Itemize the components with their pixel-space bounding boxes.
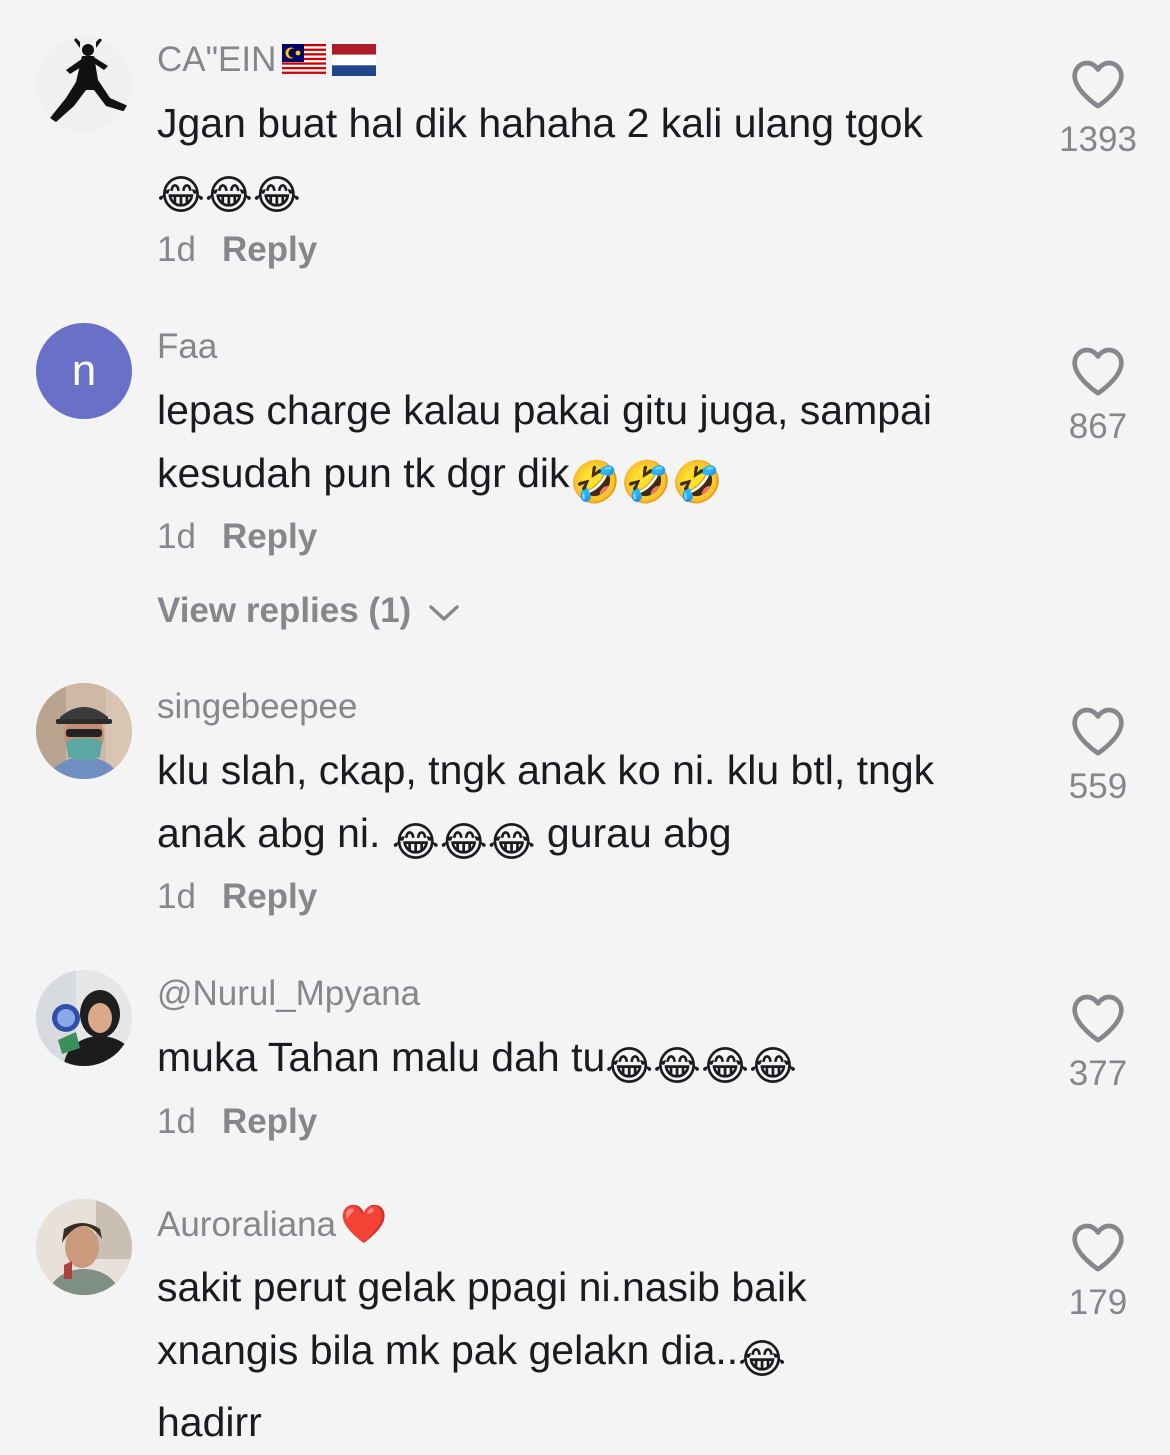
man-avatar-icon (36, 683, 132, 779)
heart-outline-icon[interactable] (1070, 58, 1126, 110)
like-count: 559 (1068, 767, 1128, 806)
like-button[interactable]: 559 (1050, 705, 1146, 807)
comment-meta: 1d Reply (157, 877, 317, 917)
reply-button[interactable]: Reply (222, 230, 317, 269)
avatar[interactable] (36, 1199, 132, 1295)
comment-text: Jgan buat hal dik hahaha 2 kali ulang tg… (157, 92, 1017, 227)
rolling-laughing-emoji: 🤣🤣🤣 (569, 459, 723, 505)
comment-meta: 1d Reply (157, 517, 317, 557)
comment-meta: 1d Reply (157, 1102, 317, 1142)
comment-text: lepas charge kalau pakai gitu juga, samp… (157, 379, 1017, 514)
laughing-emoji: 😂 (738, 1336, 787, 1382)
comment-text: klu slah, ckap, tngk anak ko ni. klu btl… (157, 739, 1017, 874)
like-button[interactable]: 867 (1050, 345, 1146, 447)
comment-text: sakit perut gelak ppagi ni.nasib baik xn… (157, 1264, 807, 1445)
reply-button[interactable]: Reply (222, 1102, 317, 1141)
comment-username[interactable]: @Nurul_Mpyana (157, 974, 420, 1014)
malaysia-flag-icon (282, 44, 327, 76)
avatar[interactable] (36, 970, 132, 1066)
laughing-emoji: 😂😂😂 (157, 172, 301, 218)
comment-time: 1d (157, 517, 196, 556)
heart-outline-icon[interactable] (1070, 705, 1126, 757)
comment-text: muka Tahan malu dah tu😂😂😂😂 (157, 1026, 1017, 1098)
heart-emoji: ❤️ (340, 1204, 388, 1246)
silhouette-avatar-icon (36, 36, 132, 132)
comment-username[interactable]: Faa (157, 327, 217, 367)
like-button[interactable]: 179 (1050, 1221, 1146, 1323)
chevron-down-icon[interactable] (427, 602, 461, 624)
avatar-initial: n (71, 346, 97, 395)
reply-button[interactable]: Reply (222, 517, 317, 556)
reply-button[interactable]: Reply (222, 877, 317, 916)
comment-username[interactable]: Auroraliana ❤️ (157, 1203, 387, 1247)
comment-time: 1d (157, 877, 196, 916)
like-button[interactable]: 1393 (1050, 58, 1146, 160)
like-count: 867 (1068, 407, 1128, 446)
comment-username[interactable]: singebeepee (157, 687, 357, 727)
avatar[interactable] (36, 36, 132, 132)
view-replies-button[interactable]: View replies (1) (157, 591, 461, 631)
laughing-emoji: 😂😂😂😂 (605, 1043, 797, 1089)
like-count: 1393 (1059, 120, 1137, 159)
comment-time: 1d (157, 1102, 196, 1141)
comment-username[interactable]: CA"EIN (157, 40, 377, 80)
laughing-emoji: 😂😂😂 (391, 819, 536, 865)
like-button[interactable]: 377 (1050, 992, 1146, 1094)
avatar[interactable]: n (36, 323, 132, 419)
woman-hijab-avatar-icon (36, 970, 132, 1066)
like-count: 179 (1068, 1283, 1128, 1322)
heart-outline-icon[interactable] (1070, 345, 1126, 397)
avatar[interactable] (36, 683, 132, 779)
like-count: 377 (1068, 1054, 1128, 1093)
heart-outline-icon[interactable] (1070, 1221, 1126, 1273)
comment-time: 1d (157, 230, 196, 269)
woman-avatar-icon (36, 1199, 132, 1295)
netherlands-flag-icon (332, 44, 377, 76)
heart-outline-icon[interactable] (1070, 992, 1126, 1044)
comment-meta: 1d Reply (157, 230, 317, 270)
